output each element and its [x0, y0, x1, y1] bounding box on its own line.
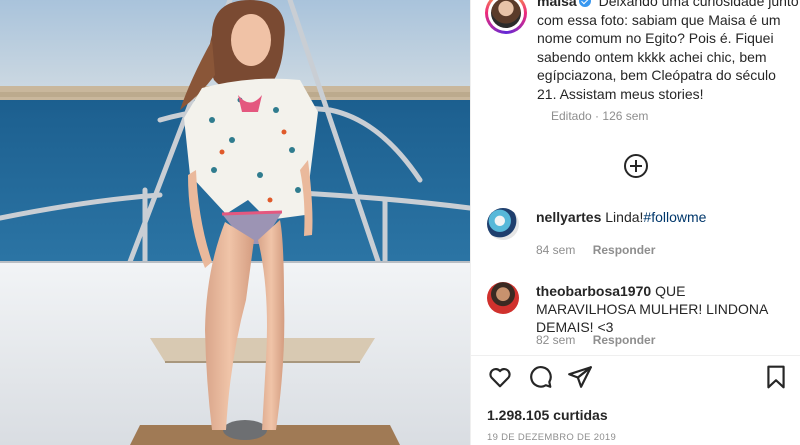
- post-date: 19 DE DEZEMBRO DE 2019: [487, 432, 617, 443]
- comment-meta: 84 sem Responder: [536, 243, 655, 257]
- comment-text-block: theobarbosa1970 QUE MARAVILHOSA MULHER! …: [536, 282, 788, 336]
- edited-label: Editado: [551, 109, 592, 123]
- comment-avatar[interactable]: [487, 208, 519, 240]
- comment-username[interactable]: theobarbosa1970: [536, 283, 651, 299]
- post-details-panel: maisa Deixando uma curiosidade junto com…: [470, 0, 800, 445]
- comment-hashtag[interactable]: #followme: [643, 209, 706, 225]
- post-photo[interactable]: [0, 0, 470, 445]
- caption-text-block: maisa Deixando uma curiosidade junto com…: [537, 0, 799, 103]
- author-avatar[interactable]: [485, 0, 527, 34]
- comment-time[interactable]: 84 sem: [536, 243, 575, 257]
- action-bar: [487, 364, 787, 394]
- post-time-ago[interactable]: 126 sem: [602, 109, 648, 123]
- plus-circle-icon[interactable]: [624, 154, 648, 178]
- paper-plane-icon[interactable]: [567, 364, 593, 390]
- photo-illustration: [0, 0, 470, 445]
- reply-button[interactable]: Responder: [593, 333, 656, 347]
- caption-body: Deixando uma curiosidade junto com essa …: [537, 0, 799, 102]
- comment-avatar[interactable]: [487, 282, 519, 314]
- caption-meta: Editado · 126 sem: [551, 109, 649, 123]
- comment-text: Linda!: [605, 209, 644, 225]
- verified-badge-icon: [578, 0, 591, 7]
- author-username[interactable]: maisa: [537, 0, 577, 9]
- bookmark-icon[interactable]: [763, 364, 789, 390]
- comment-time[interactable]: 82 sem: [536, 333, 575, 347]
- like-count[interactable]: 1.298.105 curtidas: [487, 407, 608, 423]
- heart-icon[interactable]: [487, 364, 513, 390]
- comment-meta: 82 sem Responder: [536, 333, 655, 347]
- reply-button[interactable]: Responder: [593, 243, 656, 257]
- comment-username[interactable]: nellyartes: [536, 209, 601, 225]
- comment-text-block: nellyartes Linda!#followme: [536, 208, 788, 226]
- divider: [471, 355, 800, 356]
- comment-bubble-icon[interactable]: [527, 364, 553, 390]
